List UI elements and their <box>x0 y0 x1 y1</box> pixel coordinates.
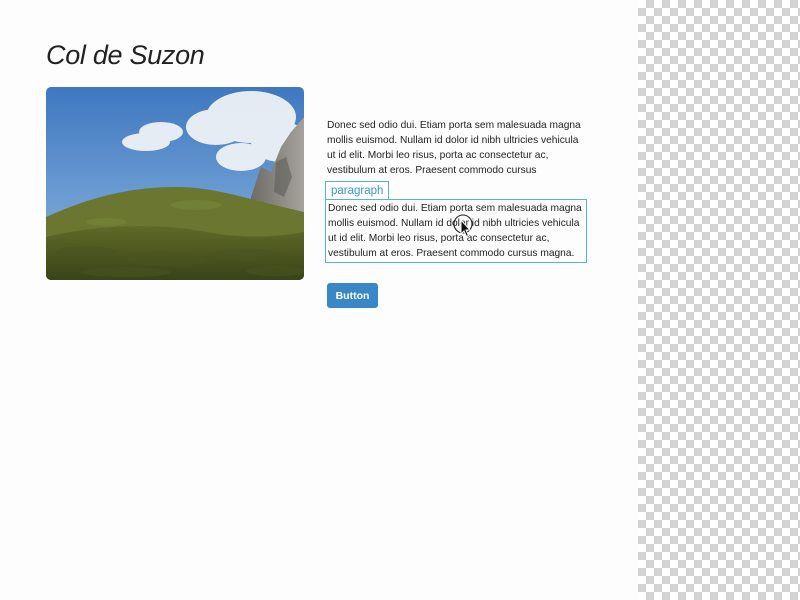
selection-tag-label: paragraph <box>325 181 390 199</box>
paragraph-text[interactable]: Donec sed odio dui. Etiam porta sem male… <box>327 118 585 178</box>
editor-canvas[interactable]: Col de Suzon Donec sed odio dui. Etiam p… <box>0 0 638 600</box>
landscape-image[interactable] <box>46 87 304 280</box>
transparent-area <box>638 0 800 600</box>
page-title: Col de Suzon <box>46 40 205 70</box>
landscape-photo <box>46 87 304 280</box>
selected-paragraph[interactable]: Donec sed odio dui. Etiam porta sem male… <box>325 199 587 263</box>
action-button[interactable]: Button <box>327 283 378 308</box>
